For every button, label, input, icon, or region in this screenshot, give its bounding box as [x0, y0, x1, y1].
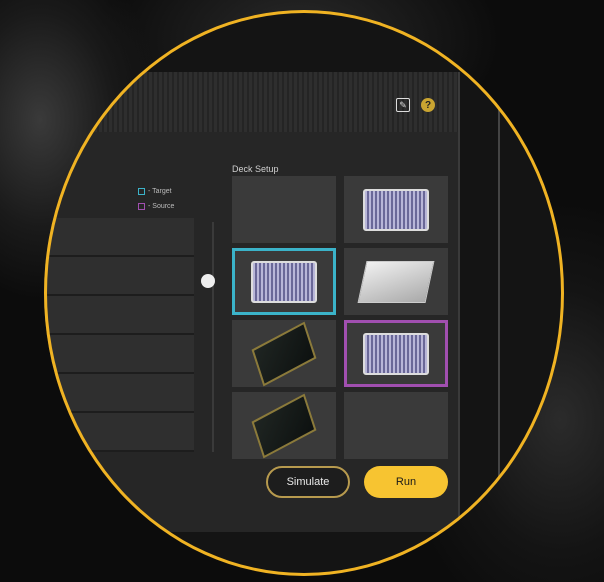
scroll-track[interactable] [212, 222, 214, 452]
panel-edge [498, 100, 500, 520]
table-row[interactable] [44, 296, 194, 335]
deck-grid [232, 176, 448, 459]
source-swatch [138, 203, 145, 210]
deck-slot-target-plate[interactable] [232, 248, 336, 315]
simulate-button[interactable]: Simulate [266, 466, 350, 498]
tip-rack-icon [251, 393, 317, 458]
tip-rack-icon [251, 321, 317, 386]
target-swatch [138, 188, 145, 195]
edit-icon[interactable]: ✎ [396, 98, 410, 112]
source-label: - Source [148, 203, 175, 210]
scroll-handle[interactable] [201, 274, 215, 288]
well-plate-icon [251, 260, 317, 303]
well-plate-icon [363, 188, 429, 231]
reservoir-icon [357, 260, 435, 303]
table-row[interactable] [44, 335, 194, 374]
table-row[interactable] [44, 374, 194, 413]
help-icon[interactable]: ? [421, 98, 435, 112]
legend-source: - Source [138, 203, 174, 210]
panel-header: ✎ ? [44, 72, 458, 132]
deck-setup-title: Deck Setup [232, 164, 279, 174]
legend-target: - Target [138, 188, 172, 195]
deck-slot-source-plate[interactable] [344, 320, 448, 387]
magnifier-circle: ✎ ? - Target - Source Deck Setup Simulat… [44, 10, 564, 576]
deck-slot-empty[interactable] [232, 176, 336, 243]
table-row[interactable] [44, 218, 194, 257]
deck-slot-tips[interactable] [232, 392, 336, 459]
table-row[interactable] [44, 257, 194, 296]
deck-slot-empty[interactable] [344, 392, 448, 459]
deck-slot-plate[interactable] [344, 176, 448, 243]
app-panel: ✎ ? - Target - Source Deck Setup [44, 72, 460, 532]
well-plate-icon [363, 332, 429, 375]
deck-slot-reservoir[interactable] [344, 248, 448, 315]
target-label: - Target [148, 188, 172, 195]
run-button[interactable]: Run [364, 466, 448, 498]
table-row[interactable] [44, 413, 194, 452]
deck-slot-tips[interactable] [232, 320, 336, 387]
transfer-table [44, 218, 194, 452]
